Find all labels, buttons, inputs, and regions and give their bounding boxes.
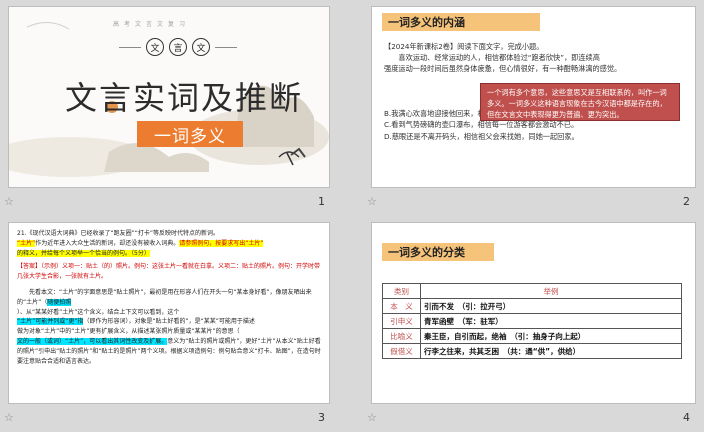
slide2-line: 喜欢运动、经常运动的人，相信都体验过“跑者欣快”，即连续高 xyxy=(384,53,600,63)
slide1-star-icon: ☆ xyxy=(4,195,14,208)
circle-char: 言 xyxy=(169,38,187,56)
slide2-header: 一词多义的内涵 xyxy=(382,13,540,31)
row-example: 引而不发 （引：拉开弓） xyxy=(420,298,682,314)
slide3-text: 作为近年进入大众生活的新词，却还没有被收入词典。 xyxy=(35,239,180,247)
slide3-line: 先看本文：“土片”的字面意思是“贴土照片”，最初是用在形容人们在开头一句“某本身… xyxy=(17,288,323,308)
slide1-mini-caption: 高考文言文复习 xyxy=(113,21,191,28)
slide3-highlight: “土片” xyxy=(17,239,36,247)
classification-table: 类别 举例 本 义 引而不发 （引：拉开弓） 引申义 青军函壁 （军：驻军） 比… xyxy=(382,283,682,359)
circle-char: 文 xyxy=(192,38,210,56)
row-category: 假借义 xyxy=(382,343,421,359)
table-row: 本 义 引而不发 （引：拉开弓） xyxy=(382,298,682,314)
slide3-line: 21.《现代汉语大词典》已经收录了“跑友圈”“打卡”等反映时代特点的新词。 xyxy=(17,230,219,237)
row-category: 比喻义 xyxy=(382,328,421,344)
slide3-answer: 【答案】（示例）义项一：贴土（的）照片。例句：这张土片一看就在白拿。义项二：贴土… xyxy=(17,263,321,281)
slide3-text: （即作为形容词），对象是“贴土好看的”，是“某某”可能用于描述 xyxy=(83,318,255,326)
table-row: 假借义 行李之往来，共其乏困 （共：通“供”，供给） xyxy=(382,343,682,359)
slide4-header: 一词多义的分类 xyxy=(382,243,494,261)
slide2-definition-popup: 一个词有多个意思，这些意思又是互相联系的，叫作一词多义。一词多义这种语言现象在古… xyxy=(480,83,680,121)
row-example: 秦王臣，自引而起，绝袖 （引：抽身子向上起） xyxy=(420,328,682,344)
table-row: 比喻义 秦王臣，自引而起，绝袖 （引：抽身子向上起） xyxy=(382,328,682,344)
slide3-line: 做为对象“土片”中的“土片”更有扩展含义，从描述某张照片质量或“某某片”的意思（ xyxy=(17,328,240,336)
slide-thumbnail-1[interactable]: 高考文言文复习 文 言 文 文言实词及推断 一词多义 xyxy=(8,6,330,188)
slide-thumbnail-2[interactable]: 一词多义的内涵 【2024年新课标2卷】阅读下面文字，完成小题。 喜欢运动、经常… xyxy=(371,6,696,188)
slide3-highlight: 的释义，并给每个义项举一个恰当的例句。（5分） xyxy=(17,249,150,257)
slide1-circle-chars: 文 言 文 xyxy=(119,38,237,56)
slide3-highlight: 文的一般（或词）“土片”，可以看出其词性改变及扩展。 xyxy=(17,337,168,345)
slide1-number: 1 xyxy=(318,195,325,208)
slide1-title: 文言实词及推断 xyxy=(65,79,304,117)
table-row: 引申义 青军函壁 （军：驻军） xyxy=(382,313,682,329)
slide4-star-icon: ☆ xyxy=(367,411,377,424)
circle-char: 文 xyxy=(146,38,164,56)
slide3-line: “土片”可能并列或“更”指（即作为形容词），对象是“贴土好看的”，是“某某”可能… xyxy=(17,317,323,327)
table-col-header: 举例 xyxy=(420,283,682,299)
slide2-line: C.看到气势磅礴的壶口瀑布，相信每一位游客都会激动不已。 xyxy=(384,120,579,130)
row-example: 青军函壁 （军：驻军） xyxy=(420,313,682,329)
slide2-star-icon: ☆ xyxy=(367,195,377,208)
slide2-number: 2 xyxy=(683,195,690,208)
slide2-line: 强度运动一段时间后虽然身体疲惫，但心情很好，有一种酣畅淋漓的感觉。 xyxy=(384,64,622,74)
slide4-number: 4 xyxy=(683,411,690,424)
slide3-highlight: “土片”可能并列或“更”指 xyxy=(17,318,84,326)
slide3-highlight: 请参照例句，按要求写出“土片” xyxy=(179,239,264,247)
slide3-highlight: 随便拍照 xyxy=(47,298,72,306)
row-category: 本 义 xyxy=(382,298,421,314)
slide-thumbnail-3[interactable]: 21.《现代汉语大词典》已经收录了“跑友圈”“打卡”等反映时代特点的新词。 “土… xyxy=(8,222,330,404)
slide3-number: 3 xyxy=(318,411,325,424)
table-col-header: 类别 xyxy=(382,283,421,299)
slide3-star-icon: ☆ xyxy=(4,411,14,424)
slide3-line: 文的一般（或词）“土片”，可以看出其词性改变及扩展。意义为“贴土的照片或照片”，… xyxy=(17,337,323,366)
slide2-line: 【2024年新课标2卷】阅读下面文字，完成小题。 xyxy=(384,42,544,51)
slide2-line: D.慈眼还是不离开码头，相信祖父会来找她，同她一起回家。 xyxy=(384,131,579,141)
slide3-line: ）、从“某某好看”土片”这个含义，结合上下文可以看到，这个 xyxy=(17,308,180,316)
slide3-line: “土片”作为近年进入大众生活的新词，却还没有被收入词典。请参照例句，按要求写出“… xyxy=(17,239,323,249)
slide1-subtitle-box: 一词多义 xyxy=(137,121,243,147)
slide3-line: 的释义，并给每个义项举一个恰当的例句。（5分） xyxy=(17,249,323,259)
slide-thumbnail-4[interactable]: 一词多义的分类 类别 举例 本 义 引而不发 （引：拉开弓） 引申义 青军函壁 … xyxy=(371,222,696,404)
row-example: 行李之往来，共其乏困 （共：通“供”，供给） xyxy=(420,343,682,359)
slide3-body: 21.《现代汉语大词典》已经收录了“跑友圈”“打卡”等反映时代特点的新词。 “土… xyxy=(17,229,323,366)
row-category: 引申义 xyxy=(382,313,421,329)
